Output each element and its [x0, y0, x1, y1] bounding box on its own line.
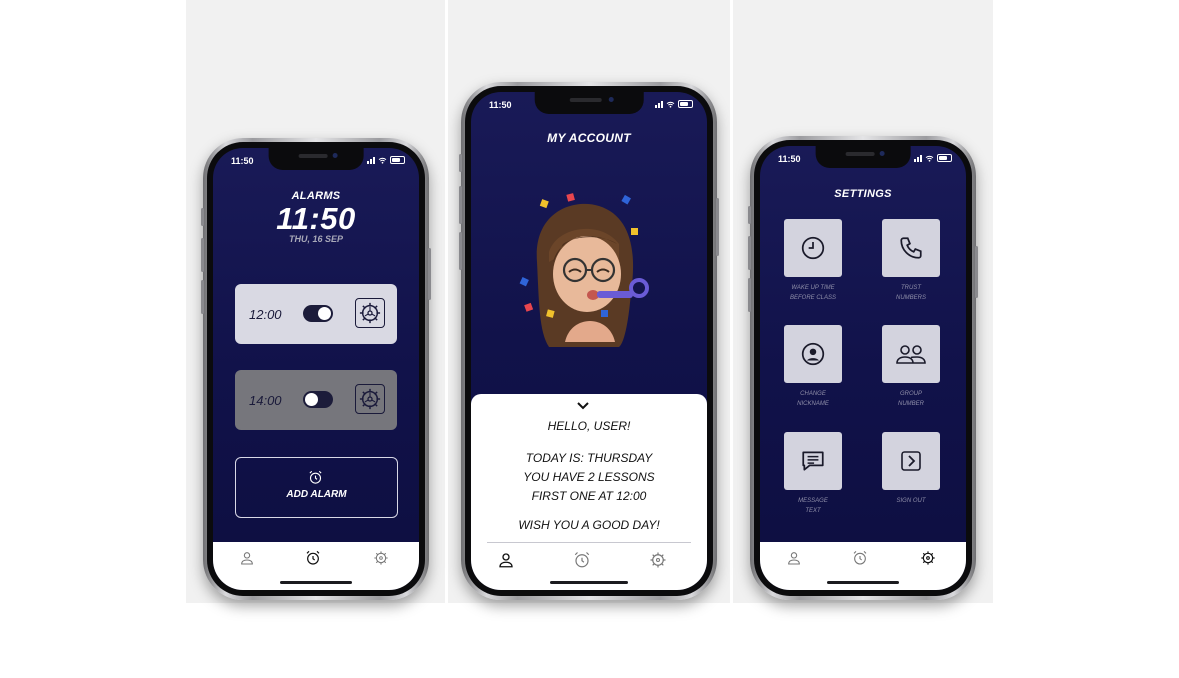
- info-line: TODAY IS: THURSDAY: [525, 451, 653, 465]
- status-time: 11:50: [489, 100, 512, 110]
- caption-line: NUMBERS: [895, 295, 926, 301]
- message-text-button[interactable]: [784, 432, 842, 490]
- user-icon[interactable]: [786, 550, 802, 566]
- alarm-toggle[interactable]: [303, 305, 333, 322]
- bottom-nav: [760, 542, 966, 590]
- tile-caption: SIGN OUT: [866, 496, 956, 506]
- caption-line: TRUST: [901, 285, 921, 291]
- group-number-button[interactable]: [882, 325, 940, 383]
- status-icons: [367, 156, 405, 164]
- battery-icon: [678, 100, 693, 108]
- alarm-time: 14:00: [249, 393, 282, 408]
- signal-icon: [655, 100, 663, 108]
- alarm-toggle[interactable]: [303, 391, 333, 408]
- trust-numbers-button[interactable]: [882, 219, 940, 277]
- gear-icon[interactable]: [920, 550, 936, 566]
- clock-icon: [801, 236, 825, 260]
- battery-icon: [390, 156, 405, 164]
- add-alarm-button[interactable]: ADD ALARM: [235, 457, 398, 518]
- alarm-clock-icon: [309, 470, 322, 484]
- clock-date: THU, 16 SEP: [288, 234, 344, 244]
- notch: [534, 92, 644, 114]
- wifi-icon: [378, 157, 387, 164]
- caption-line: SIGN OUT: [896, 498, 926, 504]
- change-nickname-button[interactable]: [784, 325, 842, 383]
- home-indicator: [280, 581, 352, 584]
- greeting: HELLO, USER!: [547, 419, 631, 433]
- phone-settings: 11:50 SETTINGS WAKE UP TIME BEFORE CLASS…: [748, 136, 978, 600]
- message-icon: [802, 451, 824, 471]
- caption-line: NICKNAME: [797, 401, 829, 407]
- group-icon: [896, 345, 926, 364]
- gear-icon[interactable]: [373, 550, 389, 566]
- status-icons: [655, 100, 693, 108]
- tile-caption: CHANGE NICKNAME: [768, 389, 858, 409]
- caption-line: NUMBER: [897, 401, 924, 407]
- phone-icon: [900, 237, 922, 259]
- gear-icon: [359, 302, 381, 324]
- caption-line: WAKE UP TIME: [791, 285, 835, 291]
- user-icon[interactable]: [497, 551, 515, 569]
- screen-title: MY ACCOUNT: [547, 131, 631, 145]
- add-alarm-label: ADD ALARM: [286, 489, 347, 500]
- status-time: 11:50: [778, 154, 801, 164]
- settings-screen: 11:50 SETTINGS WAKE UP TIME BEFORE CLASS…: [760, 146, 966, 590]
- caption-line: CHANGE: [800, 391, 826, 397]
- wish-text: WISH YOU A GOOD DAY!: [518, 518, 660, 532]
- tile-caption: GROUP NUMBER: [866, 389, 956, 409]
- alarm-settings-button[interactable]: [355, 384, 385, 414]
- alarm-time: 12:00: [249, 307, 282, 322]
- alarm-clock-icon[interactable]: [305, 550, 321, 566]
- battery-icon: [937, 154, 952, 162]
- user-icon[interactable]: [239, 550, 255, 566]
- alarm-clock-icon[interactable]: [852, 550, 868, 566]
- wifi-icon: [925, 155, 934, 162]
- caption-line: BEFORE CLASS: [789, 295, 836, 301]
- info-line: FIRST ONE AT 12:00: [531, 489, 647, 503]
- tile-caption: MESSAGE TEXT: [768, 496, 858, 516]
- sign-out-button[interactable]: [882, 432, 940, 490]
- home-indicator: [550, 581, 628, 584]
- wifi-icon: [666, 101, 675, 108]
- status-icons: [914, 154, 952, 162]
- gear-icon: [359, 388, 381, 410]
- alarms-screen: 11:50 ALARMS 11:50 THU, 16 SEP 12:00 14:…: [213, 148, 419, 590]
- phone-account: 11:50 MY ACCOUNT HELLO, USER! TODAY IS: …: [459, 82, 719, 600]
- sign-out-icon: [901, 451, 921, 471]
- info-sheet: HELLO, USER! TODAY IS: THURSDAY YOU HAVE…: [471, 394, 707, 590]
- caption-line: TEXT: [805, 508, 821, 514]
- signal-icon: [914, 154, 922, 162]
- phone-alarms: 11:50 ALARMS 11:50 THU, 16 SEP 12:00 14:…: [201, 138, 431, 600]
- wake-up-time-button[interactable]: [784, 219, 842, 277]
- bottom-nav: [213, 542, 419, 590]
- status-time: 11:50: [231, 156, 254, 166]
- caption-line: MESSAGE: [798, 498, 828, 504]
- account-screen: 11:50 MY ACCOUNT HELLO, USER! TODAY IS: …: [471, 92, 707, 590]
- screen-title: SETTINGS: [834, 188, 892, 200]
- notch: [815, 146, 911, 168]
- alarm-settings-button[interactable]: [355, 298, 385, 328]
- tile-caption: TRUST NUMBERS: [866, 283, 956, 303]
- home-indicator: [827, 581, 899, 584]
- notch: [268, 148, 364, 170]
- alarm-card[interactable]: 14:00: [235, 370, 397, 430]
- gear-icon[interactable]: [649, 551, 667, 569]
- caption-line: GROUP: [899, 391, 922, 397]
- tile-caption: WAKE UP TIME BEFORE CLASS: [768, 283, 858, 303]
- alarm-card[interactable]: 12:00: [235, 284, 397, 344]
- signal-icon: [367, 156, 375, 164]
- clock-time: 11:50: [276, 201, 356, 236]
- alarm-clock-icon[interactable]: [573, 551, 591, 569]
- chevron-down-icon[interactable]: [577, 402, 589, 410]
- avatar: [519, 193, 649, 347]
- info-line: YOU HAVE 2 LESSONS: [523, 470, 655, 484]
- divider: [487, 542, 691, 543]
- user-circle-icon: [801, 342, 825, 366]
